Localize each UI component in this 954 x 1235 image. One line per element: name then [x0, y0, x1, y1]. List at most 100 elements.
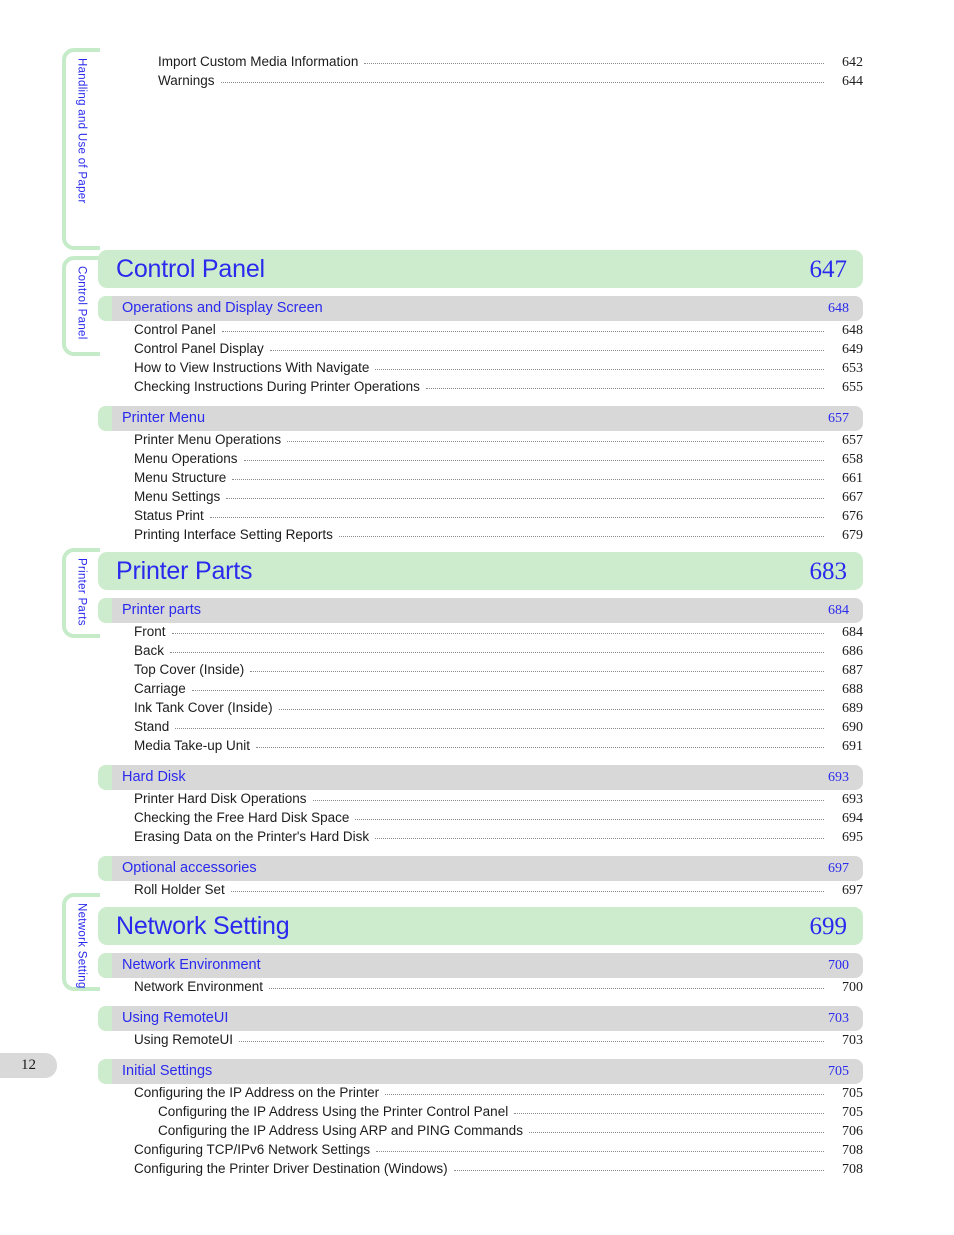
toc-leader-dots — [269, 350, 824, 351]
side-tab-0[interactable]: Handling and Use of Paper — [62, 48, 100, 250]
section-heading[interactable]: Initial Settings 705 — [98, 1059, 863, 1084]
page-number-tab: 12 — [0, 1053, 57, 1078]
section-heading[interactable]: Network Environment 700 — [98, 953, 863, 978]
toc-entry[interactable]: Configuring TCP/IPv6 Network Settings 708 — [98, 1142, 863, 1161]
toc-leader-dots — [243, 460, 824, 461]
section-heading[interactable]: Optional accessories 697 — [98, 856, 863, 881]
section-title: Optional accessories — [122, 860, 257, 877]
section-entry-list: Configuring the IP Address on the Printe… — [98, 1085, 863, 1180]
toc-entry[interactable]: Printer Hard Disk Operations 693 — [98, 791, 863, 810]
chapter-heading[interactable]: Control Panel 647 — [98, 250, 863, 288]
toc-entry[interactable]: Checking the Free Hard Disk Space 694 — [98, 810, 863, 829]
toc-entry[interactable]: Menu Operations 658 — [98, 451, 863, 470]
toc-entry[interactable]: Configuring the IP Address Using the Pri… — [98, 1104, 863, 1123]
chapter-heading[interactable]: Network Setting 699 — [98, 907, 863, 945]
toc-leader-dots — [232, 479, 824, 480]
toc-entry[interactable]: How to View Instructions With Navigate 65… — [98, 360, 863, 379]
section-page: 700 — [828, 957, 849, 973]
toc-entry[interactable]: Printer Menu Operations 657 — [98, 432, 863, 451]
toc-entry-page: 642 — [842, 55, 863, 70]
section-heading[interactable]: Using RemoteUI 703 — [98, 1006, 863, 1031]
toc-entry[interactable]: Import Custom Media Information 642 — [158, 54, 863, 73]
toc-entry[interactable]: Top Cover (Inside) 687 — [98, 662, 863, 681]
toc-entry-title: Roll Holder Set — [134, 882, 225, 897]
toc-entry-page: 688 — [842, 682, 863, 697]
toc-entry-title: Using RemoteUI — [134, 1032, 234, 1047]
toc-entry-page: 693 — [842, 792, 863, 807]
toc-entry-title: Checking the Free Hard Disk Space — [134, 810, 350, 825]
chapter-title: Network Setting — [116, 911, 290, 940]
section-heading[interactable]: Printer Menu 657 — [98, 406, 863, 431]
section-entry-list: Control Panel 648 Control Panel Display 649… — [98, 322, 863, 398]
toc-leader-dots — [171, 633, 824, 634]
toc-entry[interactable]: Media Take-up Unit 691 — [98, 738, 863, 757]
side-tab-3[interactable]: Network Setting — [62, 893, 100, 991]
toc-entry[interactable]: Roll Holder Set 697 — [98, 882, 863, 901]
section-page: 703 — [828, 1010, 849, 1026]
toc-entry[interactable]: Carriage 688 — [98, 681, 863, 700]
section-group: Printer Menu 657 Printer Menu Operations 65… — [98, 406, 863, 546]
chapter-title: Printer Parts — [116, 556, 253, 585]
toc-leader-dots — [376, 1151, 824, 1152]
toc-entry-title: Configuring the Printer Driver Destinati… — [134, 1161, 448, 1176]
toc-entry-title: Stand — [134, 719, 170, 734]
side-tab-1[interactable]: Control Panel — [62, 256, 100, 356]
chapter-title: Control Panel — [116, 254, 265, 283]
toc-entry-title: Front — [134, 624, 166, 639]
toc-entry-title: Media Take-up Unit — [134, 738, 251, 753]
toc-entry[interactable]: Network Environment 700 — [98, 979, 863, 998]
toc-entry-page: 684 — [842, 625, 863, 640]
section-page: 705 — [828, 1063, 849, 1079]
toc-entry-title: Erasing Data on the Printer's Hard Disk — [134, 829, 370, 844]
toc-entry-page: 667 — [842, 490, 863, 505]
chapter-heading[interactable]: Printer Parts 683 — [98, 552, 863, 590]
chapter-page: 683 — [809, 557, 848, 585]
toc-entry-page: 661 — [842, 471, 863, 486]
toc-leader-dots — [425, 388, 824, 389]
toc-entry[interactable]: Control Panel Display 649 — [98, 341, 863, 360]
toc-entry[interactable]: Status Print 676 — [98, 508, 863, 527]
side-tab-2[interactable]: Printer Parts — [62, 548, 100, 638]
toc-entry[interactable]: Configuring the IP Address Using ARP and… — [98, 1123, 863, 1142]
page-number: 12 — [21, 1057, 36, 1073]
side-tab-label: Handling and Use of Paper — [75, 58, 88, 204]
toc-leader-dots — [338, 536, 824, 537]
section-heading[interactable]: Hard Disk 693 — [98, 765, 863, 790]
toc-entry[interactable]: Printing Interface Setting Reports 679 — [98, 527, 863, 546]
toc-leader-dots — [221, 331, 824, 332]
toc-entry[interactable]: Checking Instructions During Printer Ope… — [98, 379, 863, 398]
toc-entry-title: Status Print — [134, 508, 204, 523]
toc-entry[interactable]: Configuring the Printer Driver Destinati… — [98, 1161, 863, 1180]
toc-entry[interactable]: Control Panel 648 — [98, 322, 863, 341]
toc-entry[interactable]: Ink Tank Cover (Inside) 689 — [98, 700, 863, 719]
toc-entry-page: 689 — [842, 701, 863, 716]
toc-leader-dots — [528, 1132, 824, 1133]
section-title: Printer Menu — [122, 410, 206, 427]
toc-entry[interactable]: Menu Structure 661 — [98, 470, 863, 489]
toc-entry-title: Warnings — [158, 73, 215, 88]
toc-entry[interactable]: Erasing Data on the Printer's Hard Disk 6… — [98, 829, 863, 848]
section-title: Operations and Display Screen — [122, 300, 323, 317]
toc-entry-page: 691 — [842, 739, 863, 754]
toc-entry[interactable]: Configuring the IP Address on the Printe… — [98, 1085, 863, 1104]
toc-entry[interactable]: Using RemoteUI 703 — [98, 1032, 863, 1051]
section-heading[interactable]: Operations and Display Screen 648 — [98, 296, 863, 321]
toc-entry-page: 690 — [842, 720, 863, 735]
toc-entry[interactable]: Front 684 — [98, 624, 863, 643]
toc-leader-dots — [375, 369, 824, 370]
toc-entry[interactable]: Back 686 — [98, 643, 863, 662]
section-heading[interactable]: Printer parts 684 — [98, 598, 863, 623]
toc-entry-title: Menu Operations — [134, 451, 238, 466]
toc-entry-title: Checking Instructions During Printer Ope… — [134, 379, 420, 394]
toc-entry-page: 695 — [842, 830, 863, 845]
toc-entry-title: Carriage — [134, 681, 186, 696]
toc-entry[interactable]: Stand 690 — [98, 719, 863, 738]
toc-entry-title: Configuring the IP Address Using the Pri… — [158, 1104, 509, 1119]
toc-entry[interactable]: Warnings 644 — [158, 73, 863, 92]
toc-entry[interactable]: Menu Settings 667 — [98, 489, 863, 508]
toc-leader-dots — [287, 441, 824, 442]
toc-entry-page: 703 — [842, 1033, 863, 1048]
toc-entry-title: Configuring TCP/IPv6 Network Settings — [134, 1142, 371, 1157]
section-group: Printer parts 684 Front 684 Back 686 Top Cover… — [98, 598, 863, 757]
section-entry-list: Front 684 Back 686 Top Cover (Inside) 687 Carr… — [98, 624, 863, 757]
